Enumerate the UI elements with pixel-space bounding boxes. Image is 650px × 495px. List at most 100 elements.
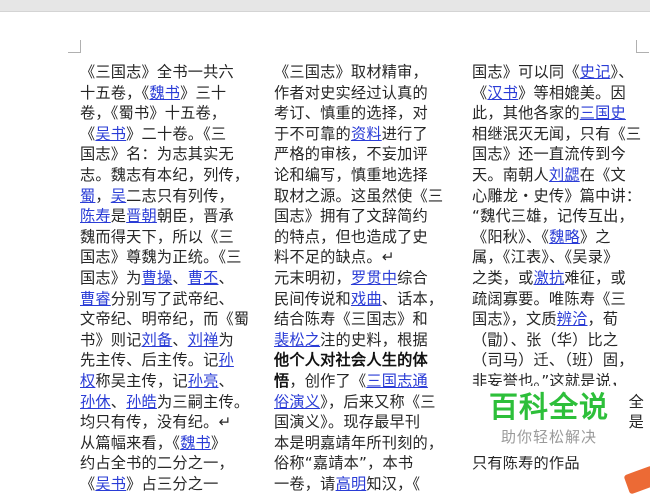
- text-line: 文帝纪、明帝纪，而《蜀: [80, 309, 252, 330]
- hyperlink[interactable]: 罗贯中: [351, 269, 397, 287]
- hyperlink[interactable]: 吴书: [95, 475, 126, 493]
- text-line: 结合陈寿《三国志》和: [274, 309, 446, 330]
- text-segment: 属，《江表》、《吴录》: [472, 248, 619, 267]
- hyperlink[interactable]: 裴松之: [274, 331, 320, 349]
- text-line: 疏阔寡要。唯陈寿《三: [472, 289, 644, 310]
- text-segment: 本是明嘉靖年所刊刻的，: [274, 433, 444, 452]
- text-segment: 民间传说和: [274, 289, 351, 308]
- hyperlink[interactable]: 孙亮: [188, 372, 219, 390]
- hyperlink[interactable]: 激抗: [534, 269, 565, 287]
- hyperlink[interactable]: 曹睿: [80, 290, 111, 308]
- text-segment: 》二十卷。《三: [126, 124, 227, 143]
- text-segment: 志。魏志有本纪，列传，: [80, 165, 250, 184]
- hyperlink[interactable]: 汉书: [487, 84, 518, 102]
- text-line: 此，其他各家的三国史: [472, 103, 644, 124]
- ruler-bar: [0, 0, 650, 12]
- hyperlink[interactable]: 刘禅: [188, 331, 219, 349]
- text-line: 志。魏志有本纪，列传，: [80, 165, 252, 186]
- hyperlink[interactable]: 蜀: [80, 187, 95, 205]
- hyperlink[interactable]: 史记: [580, 63, 611, 81]
- text-segment: 》占三分之一: [126, 474, 219, 493]
- text-segment: 俗称“嘉靖本”，本书: [274, 454, 414, 473]
- hyperlink[interactable]: 曹操: [142, 269, 173, 287]
- text-segment: 一卷，请: [274, 474, 336, 493]
- text-segment: 国志》名：为志其实无: [80, 145, 234, 164]
- hyperlink[interactable]: 辨洽: [557, 310, 588, 328]
- text-line: 先主传、后主传。记孙: [80, 350, 252, 371]
- text-segment: 十五卷，《: [80, 83, 150, 102]
- hyperlink[interactable]: 陈寿: [80, 207, 111, 225]
- text-segment: 国志》，文质: [472, 310, 557, 329]
- text-line: 国志》，文质辨洽，荀: [472, 309, 644, 330]
- hyperlink[interactable]: 孙: [219, 351, 234, 369]
- text-line: 约占全书的二分之一，: [80, 453, 252, 474]
- text-segment: 元末明初，: [274, 268, 351, 287]
- text-segment: 是: [628, 413, 644, 432]
- text-line: 他个人对社会人生的体: [274, 350, 446, 371]
- hyperlink[interactable]: 孙皓: [126, 393, 157, 411]
- text-segment: 国志》为: [80, 268, 142, 287]
- hyperlink[interactable]: 高明: [336, 475, 367, 493]
- text-segment: 国志》可以同《: [472, 63, 580, 81]
- text-segment: 《阳秋》、《: [472, 227, 550, 246]
- text-segment: 国志》尊魏为正统。《三: [80, 248, 242, 267]
- text-line: 心雕龙・史传》篇中讲：: [472, 186, 644, 207]
- text-line: 论和编写，慎重地选择: [274, 165, 446, 186]
- hyperlink[interactable]: 晋朝: [126, 207, 157, 225]
- hyperlink[interactable]: 三国史: [580, 104, 626, 122]
- text-line: “魏代三雄，记传互出，: [472, 206, 644, 227]
- text-line: 《吴书》二十卷。《三: [80, 124, 252, 145]
- hyperlink[interactable]: 三国志通: [366, 372, 428, 390]
- text-line: 严格的审核，不妄加评: [274, 144, 446, 165]
- text-segment: 料不足的缺点。↵: [274, 248, 395, 267]
- text-segment: 朝臣，晋承: [156, 207, 234, 226]
- text-segment: 注的史料，根据: [320, 330, 428, 349]
- hyperlink[interactable]: 俗演义: [274, 393, 320, 411]
- hyperlink[interactable]: 吴: [111, 187, 126, 205]
- text-line: 国志》为曹操、曹丕、: [80, 268, 252, 289]
- hyperlink[interactable]: 魏书: [149, 84, 180, 102]
- watermark-title: 百科全说: [488, 390, 609, 424]
- hyperlink[interactable]: 戏曲: [351, 290, 382, 308]
- text-segment: 分别写了武帝纪、: [110, 289, 234, 308]
- text-line: 一卷，请高明知汉，《: [274, 474, 446, 495]
- text-segment: 、: [172, 330, 188, 349]
- text-line: 悟，创作了《三国志通: [274, 371, 446, 392]
- text-segment: 于不可靠的: [274, 124, 351, 143]
- text-line: 相继泯灭无闻，只有《三: [472, 124, 644, 145]
- text-line: 从篇幅来看，《魏书》: [80, 433, 252, 454]
- hyperlink[interactable]: 刘备: [142, 331, 173, 349]
- text-line: 国志》拥有了文辞简约: [274, 206, 446, 227]
- text-segment: 二志只有列传，: [126, 186, 234, 205]
- text-column-1: 《三国志》全书一共六 十五卷，《魏书》三十 卷，《蜀书》十五卷， 《吴书》二十卷。《三…: [80, 62, 252, 494]
- text-segment: 约占全书的二分之一，: [80, 454, 234, 473]
- hyperlink[interactable]: 曹丕: [188, 269, 219, 287]
- watermark-subtitle: 助你轻松解决: [500, 428, 597, 446]
- text-segment: “魏代三雄，记传互出，: [472, 207, 634, 226]
- text-segment: 知汉，《: [366, 474, 421, 493]
- text-line: 曹睿分别写了武帝纪、: [80, 289, 252, 310]
- hyperlink[interactable]: 魏书: [180, 434, 211, 452]
- text-line: （司马）迁、（班）固，: [472, 350, 644, 371]
- text-segment: 在《文: [579, 165, 626, 184]
- text-line: 天。南朝人刘勰在《文: [472, 165, 644, 186]
- text-line: 《三国志》取材精审，: [274, 62, 446, 83]
- hyperlink[interactable]: 刘勰: [549, 166, 580, 184]
- text-segment: 、: [218, 268, 234, 287]
- hyperlink[interactable]: 资料: [351, 125, 382, 143]
- text-segment: 均只有传，没有纪。↵: [80, 413, 232, 432]
- hyperlink[interactable]: 权: [80, 372, 95, 390]
- hyperlink[interactable]: 吴书: [95, 125, 126, 143]
- bold-text: 他个人对社会人生的体: [274, 351, 428, 370]
- hyperlink[interactable]: 魏略: [549, 228, 580, 246]
- text-line: 之类，或激抗难征，或: [472, 268, 644, 289]
- hyperlink[interactable]: 孙休: [80, 393, 111, 411]
- text-line: 书》则记刘备、刘禅为: [80, 330, 252, 351]
- text-segment: ，: [95, 186, 111, 205]
- text-segment: 》三十: [180, 83, 227, 102]
- text-line: 国志》名：为志其实无: [80, 144, 252, 165]
- text-segment: 《: [80, 124, 96, 143]
- text-segment: 》，后来又称《三: [320, 392, 436, 411]
- text-line: 属，《江表》、《吴录》: [472, 247, 644, 268]
- text-segment: ，荀: [587, 310, 619, 329]
